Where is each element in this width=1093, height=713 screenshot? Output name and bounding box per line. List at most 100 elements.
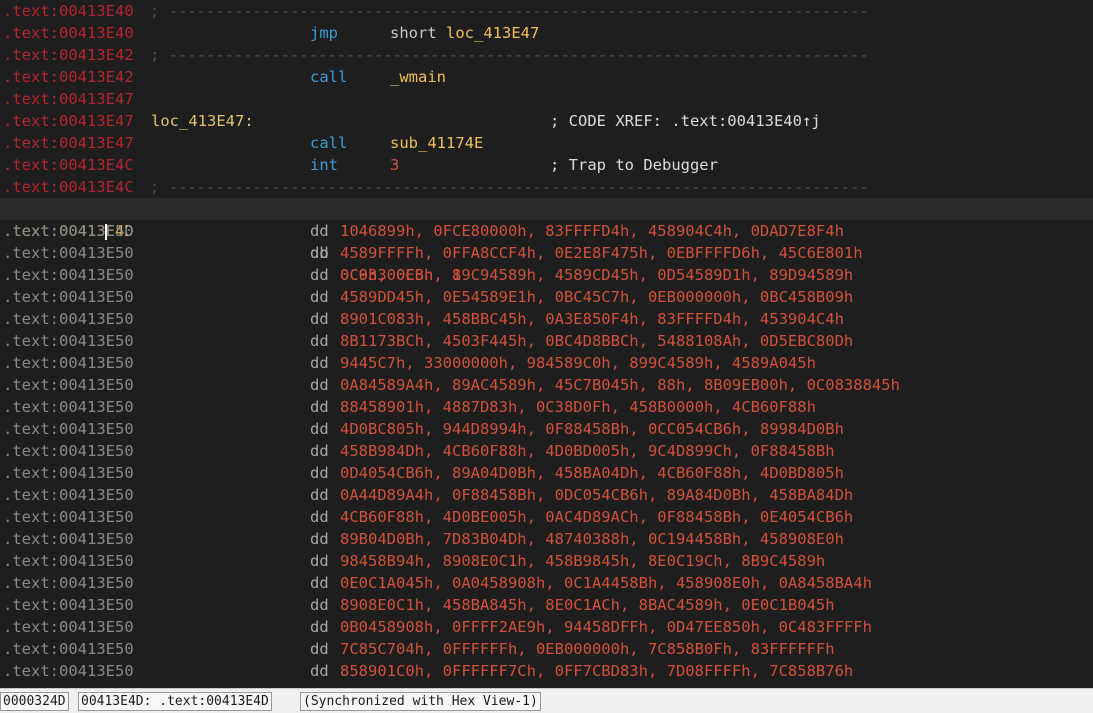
separator-line: ; --------------------------------------… — [150, 46, 869, 64]
line-values: 9445C7h, 33000000h, 984589C0h, 899C4589h… — [340, 354, 816, 372]
line-values: 8908E0C1h, 458BA845h, 8E0C1ACh, 8BAC4589… — [340, 596, 835, 614]
listing-line[interactable]: .text:00413E4C int 3 ; Trap to Debugger — [0, 154, 1093, 176]
line-address: .text:00413E50 — [3, 596, 134, 614]
instruction-operand: short loc_413E47 — [390, 22, 539, 44]
listing-line[interactable]: .text:00413E4C ; ------------------------… — [0, 176, 1093, 198]
line-address: .text:00413E4C — [3, 178, 134, 196]
operand-name: _wmain — [390, 68, 446, 86]
line-values: 98458B94h, 8908E0C1h, 458B9845h, 8E0C19C… — [340, 552, 826, 570]
line-values: 89B04D0Bh, 7D83B04Dh, 48740388h, 0C19445… — [340, 530, 844, 548]
line-address: .text:00413E50 — [3, 266, 134, 284]
line-directive: dd — [310, 442, 329, 460]
line-address: .text:00413E50 — [3, 640, 134, 658]
line-address: .text:00413E50 — [3, 332, 134, 350]
line-address: .text:00413E50 — [3, 354, 134, 372]
line-values: 0C03300C8h, 89C94589h, 4589CD45h, 0D5458… — [340, 266, 854, 284]
data-line[interactable]: .text:00413E50 dd 4CB60F88h, 4D0BE005h, 0A… — [0, 506, 1093, 528]
line-values: 8901C083h, 458BBC45h, 0A3E850F4h, 83FFFF… — [340, 310, 844, 328]
line-values: 858901C0h, 0FFFFFF7Ch, 0FF7CBD83h, 7D08F… — [340, 662, 854, 680]
line-directive: dd — [310, 332, 329, 350]
listing-line[interactable]: .text:00413E40 jmp short loc_413E47 — [0, 22, 1093, 44]
data-line[interactable]: .text:00413E50 dd 4589DD45h, 0E54589E1h, 0… — [0, 286, 1093, 308]
line-comment: ; CODE XREF: .text:00413E40↑j — [550, 112, 821, 130]
instruction-mnemonic: int — [310, 156, 338, 174]
line-directive: dd — [310, 486, 329, 504]
line-directive: dd — [310, 266, 329, 284]
line-address: .text:00413E50 — [3, 662, 134, 680]
line-directive: dd — [310, 464, 329, 482]
data-line[interactable]: .text:00413E50 dd 0C03300C8h, 89C94589h, 4… — [0, 264, 1093, 286]
data-line[interactable]: .text:00413E50 dd 88458901h, 4887D83h, 0C3… — [0, 396, 1093, 418]
line-directive: dd — [310, 552, 329, 570]
line-address: .text:00413E50 — [3, 288, 134, 306]
data-line[interactable]: .text:00413E50 dd 9445C7h, 33000000h, 9845… — [0, 352, 1093, 374]
listing-line[interactable]: .text:00413E47 loc_413E47: ; CODE XREF: .t… — [0, 110, 1093, 132]
line-directive: dd — [310, 508, 329, 526]
line-address: .text:00413E4C — [3, 156, 134, 174]
line-address: .text:00413E40 — [3, 24, 134, 42]
data-line[interactable]: .text:00413E50 dd 0A44D89A4h, 0F88458Bh, 0… — [0, 484, 1093, 506]
data-line[interactable]: .text:00413E50 dd 858901C0h, 0FFFFFF7Ch, 0… — [0, 660, 1093, 682]
data-line[interactable]: .text:00413E50 dd 1046899h, 0FCE80000h, 83… — [0, 220, 1093, 242]
data-line[interactable]: .text:00413E50 dd 8B1173BCh, 4503F445h, 0B… — [0, 330, 1093, 352]
data-line[interactable]: .text:00413E50 dd 4589FFFFh, 0FFA8CCF4h, 0… — [0, 242, 1093, 264]
instruction-operand: _wmain — [390, 66, 446, 88]
line-address: .text:00413E50 — [3, 442, 134, 460]
data-line[interactable]: .text:00413E50 dd 0D4054CB6h, 89A04D0Bh, 4… — [0, 462, 1093, 484]
line-directive: dd — [310, 398, 329, 416]
data-line[interactable]: .text:00413E50 dd 458B984Dh, 4CB60F88h, 4D… — [0, 440, 1093, 462]
line-directive: dd — [310, 420, 329, 438]
location-field: 00413E4D: .text:00413E4D — [78, 692, 272, 711]
line-directive: dd — [310, 530, 329, 548]
sync-status-field: (Synchronized with Hex View-1) — [300, 692, 541, 711]
line-values: 4589FFFFh, 0FFA8CCF4h, 0E2E8F475h, 0EBFF… — [340, 244, 863, 262]
instruction-mnemonic: call — [310, 134, 348, 152]
line-values: 0E0C1A045h, 0A0458908h, 0C1A4458Bh, 4589… — [340, 574, 872, 592]
line-values: 8B1173BCh, 4503F445h, 0BC4D8BBCh, 548810… — [340, 332, 854, 350]
data-line[interactable]: .text:00413E50 dd 8901C083h, 458BBC45h, 0A… — [0, 308, 1093, 330]
operand-number: 3 — [390, 156, 400, 174]
line-address: .text:00413E50 — [3, 552, 134, 570]
line-values: 7C85C704h, 0FFFFFFh, 0EB000000h, 7C858B0… — [340, 640, 835, 658]
file-offset-field: 0000324D — [0, 692, 69, 711]
data-line[interactable]: .text:00413E50 dd 8908E0C1h, 458BA845h, 8E… — [0, 594, 1093, 616]
line-address: .text:00413E50 — [3, 222, 134, 240]
line-values: 458B984Dh, 4CB60F88h, 4D0BD005h, 9C4D899… — [340, 442, 835, 460]
data-line[interactable]: .text:00413E50 dd 4D0BC805h, 944D8994h, 0F… — [0, 418, 1093, 440]
listing-line[interactable]: .text:00413E42 ; ------------------------… — [0, 44, 1093, 66]
data-line[interactable]: .text:00413E50 dd 7C85C704h, 0FFFFFFh, 0EB… — [0, 638, 1093, 660]
line-comment: ; Trap to Debugger — [550, 156, 718, 174]
listing-line[interactable]: .text:00413E47 — [0, 88, 1093, 110]
data-line[interactable]: .text:00413E50 dd 0E0C1A045h, 0A0458908h, … — [0, 572, 1093, 594]
operand-name: loc_413E47 — [446, 24, 540, 42]
operand-keyword: short — [390, 24, 446, 42]
data-line[interactable]: .text:00413E50 dd 0A84589A4h, 89AC4589h, 4… — [0, 374, 1093, 396]
line-directive: dd — [310, 376, 329, 394]
line-address: .text:00413E40 — [3, 2, 134, 20]
data-line[interactable]: .text:00413E50 dd 89B04D0Bh, 7D83B04Dh, 48… — [0, 528, 1093, 550]
disassembly-listing[interactable]: .text:00413E40 ; ------------------------… — [0, 0, 1093, 688]
line-address: .text:00413E50 — [3, 508, 134, 526]
line-directive: dd — [310, 618, 329, 636]
line-directive: dd — [310, 222, 329, 240]
data-line[interactable]: .text:00413E50 dd 98458B94h, 8908E0C1h, 45… — [0, 550, 1093, 572]
line-address: .text:00413E50 — [3, 574, 134, 592]
line-address: .text:00413E50 — [3, 530, 134, 548]
listing-line[interactable]: .text:00413E40 ; ------------------------… — [0, 0, 1093, 22]
line-directive: dd — [310, 288, 329, 306]
line-address: .text:00413E42 — [3, 46, 134, 64]
instruction-mnemonic: call — [310, 68, 348, 86]
line-values: 0D4054CB6h, 89A04D0Bh, 458BA04Dh, 4CB60F… — [340, 464, 844, 482]
listing-line[interactable]: .text:00413E47 call sub_41174E — [0, 132, 1093, 154]
line-values: 88458901h, 4887D83h, 0C38D0Fh, 458B0000h… — [340, 398, 816, 416]
operand-name: sub_41174E — [390, 134, 484, 152]
line-address: .text:00413E47 — [3, 112, 134, 130]
instruction-operand: 3 — [390, 154, 399, 176]
current-line[interactable]: .text:00413E4D db 0C9h, 0EBh, 1 — [0, 198, 1093, 284]
line-address: .text:00413E50 — [3, 398, 134, 416]
line-address: .text:00413E42 — [3, 68, 134, 86]
listing-line[interactable]: .text:00413E42 call _wmain — [0, 66, 1093, 88]
data-line[interactable]: .text:00413E50 dd 0B0458908h, 0FFFF2AE9h, … — [0, 616, 1093, 638]
line-values: 1046899h, 0FCE80000h, 83FFFFD4h, 458904C… — [340, 222, 844, 240]
line-directive: dd — [310, 640, 329, 658]
